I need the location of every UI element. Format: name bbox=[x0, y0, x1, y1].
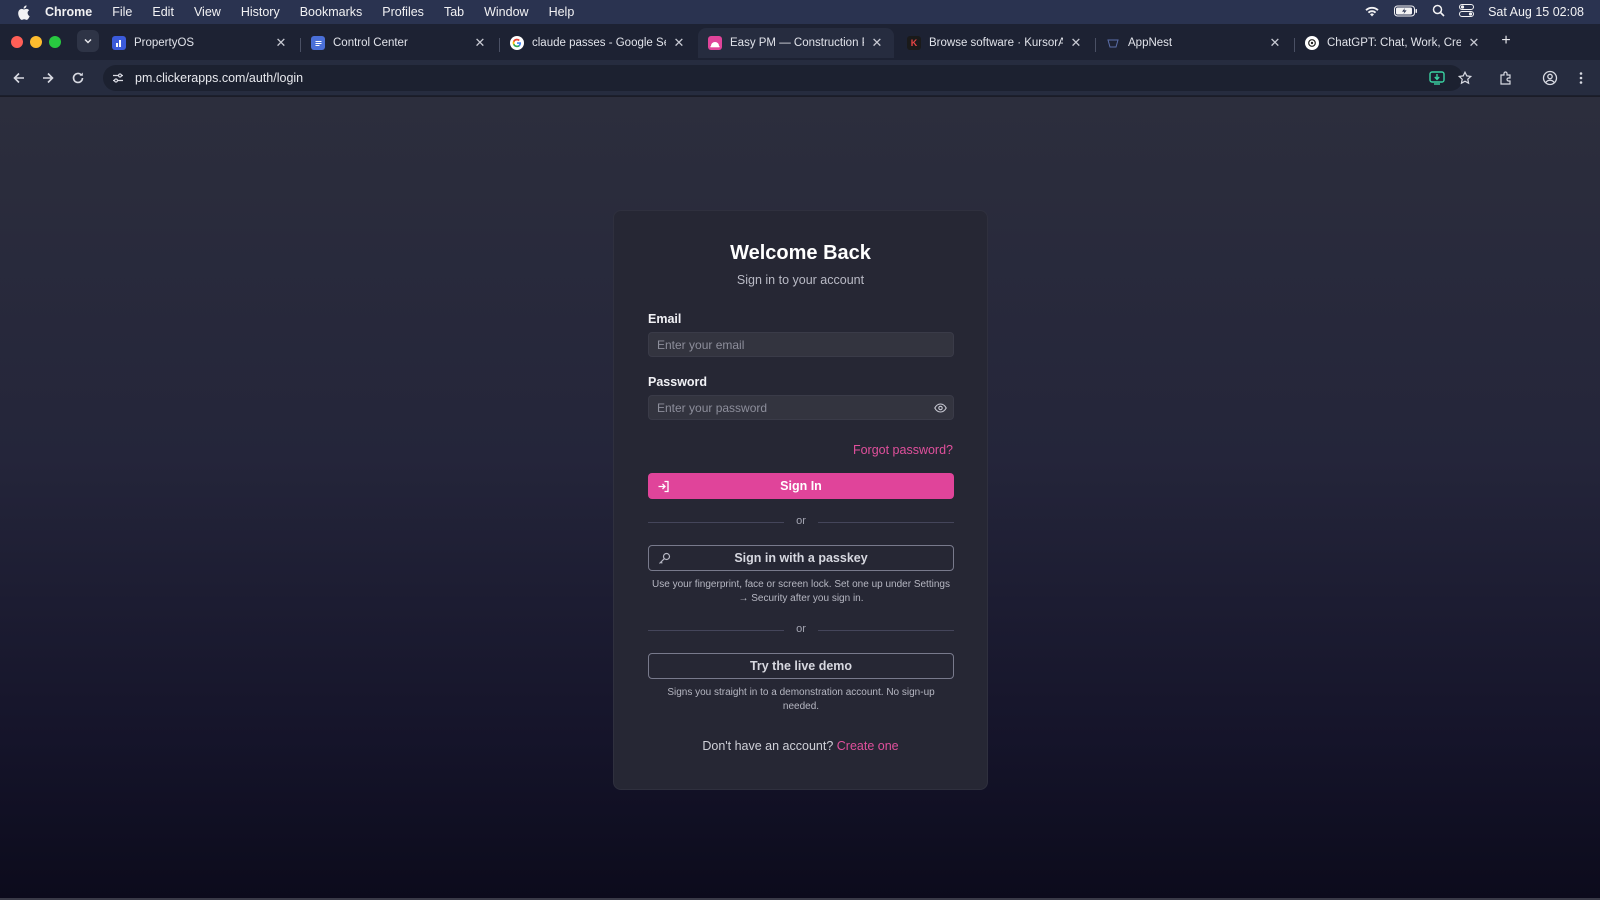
page-title: Welcome Back bbox=[730, 242, 871, 264]
more-menu-icon[interactable] bbox=[1571, 68, 1591, 88]
window-minimize-button[interactable] bbox=[30, 36, 42, 48]
macos-menu-bar: Chrome File Edit View History Bookmarks … bbox=[0, 0, 1600, 24]
or-divider: or bbox=[648, 623, 954, 637]
spotlight-search-icon[interactable] bbox=[1432, 4, 1445, 20]
menu-view[interactable]: View bbox=[194, 5, 221, 19]
page-viewport: Welcome Back Sign in to your account Ema… bbox=[0, 97, 1600, 900]
control-center-icon[interactable] bbox=[1459, 4, 1475, 20]
tab-propertyos[interactable]: PropertyOS ✕ bbox=[102, 28, 298, 58]
tab-title: ChatGPT: Chat, Work, Create bbox=[1327, 37, 1461, 49]
sign-in-button[interactable]: Sign In bbox=[648, 473, 954, 499]
back-arrow-icon[interactable] bbox=[9, 68, 29, 88]
live-demo-button[interactable]: Try the live demo bbox=[648, 653, 954, 679]
menu-help[interactable]: Help bbox=[549, 5, 575, 19]
browser-toolbar: pm.clickerapps.com/auth/login bbox=[0, 60, 1600, 96]
forgot-password-link[interactable]: Forgot password? bbox=[853, 443, 953, 457]
tab-title: Control Center bbox=[333, 37, 408, 49]
password-field[interactable] bbox=[657, 400, 953, 415]
bookmark-star-icon[interactable] bbox=[1455, 68, 1475, 88]
page-subtitle: Sign in to your account bbox=[736, 273, 865, 287]
login-card: Welcome Back Sign in to your account Ema… bbox=[613, 210, 988, 790]
profile-avatar-icon[interactable] bbox=[1540, 68, 1560, 88]
tab-close-icon[interactable]: ✕ bbox=[1069, 35, 1083, 51]
no-account-text: Don't have an account? bbox=[702, 739, 834, 753]
menu-file[interactable]: File bbox=[112, 5, 132, 19]
wifi-icon[interactable] bbox=[1364, 5, 1380, 20]
address-bar[interactable]: pm.clickerapps.com/auth/login bbox=[103, 65, 1463, 91]
menu-edit[interactable]: Edit bbox=[152, 5, 174, 19]
battery-icon[interactable] bbox=[1394, 5, 1418, 20]
demo-help-text: Signs you straight in to a demonstration… bbox=[667, 687, 935, 712]
chevron-down-icon bbox=[84, 38, 92, 44]
create-account-link[interactable]: Create one bbox=[837, 739, 899, 753]
divider-line bbox=[818, 522, 954, 523]
live-demo-label: Try the live demo bbox=[749, 659, 853, 673]
reload-icon[interactable] bbox=[68, 68, 88, 88]
site-settings-icon[interactable] bbox=[109, 69, 127, 87]
document-icon bbox=[311, 36, 325, 50]
tab-chatgpt[interactable]: ChatGPT: Chat, Work, Create ✕ bbox=[1295, 28, 1491, 58]
easy-pm-icon bbox=[708, 36, 722, 50]
tab-title: AppNest bbox=[1128, 37, 1173, 49]
tab-appnest[interactable]: AppNest ✕ bbox=[1096, 28, 1292, 58]
sign-in-arrow-icon bbox=[656, 479, 670, 493]
email-field[interactable] bbox=[657, 337, 953, 352]
tab-close-icon[interactable]: ✕ bbox=[870, 35, 884, 51]
tab-close-icon[interactable]: ✕ bbox=[672, 35, 686, 51]
window-zoom-button[interactable] bbox=[49, 36, 61, 48]
sign-in-label: Sign In bbox=[780, 479, 822, 493]
tab-close-icon[interactable]: ✕ bbox=[473, 35, 487, 51]
menu-bookmarks[interactable]: Bookmarks bbox=[300, 5, 363, 19]
forward-arrow-icon[interactable] bbox=[38, 68, 58, 88]
passkey-sign-in-button[interactable]: Sign in with a passkey bbox=[648, 545, 954, 571]
or-label: or bbox=[796, 623, 806, 635]
tab-close-icon[interactable]: ✕ bbox=[1268, 35, 1282, 51]
tab-kursorapps[interactable]: K Browse software · KursorApps ✕ bbox=[897, 28, 1093, 58]
menubar-clock[interactable]: Sat Aug 15 02:08 bbox=[1488, 5, 1584, 19]
extensions-puzzle-icon[interactable] bbox=[1496, 68, 1516, 88]
tab-title: PropertyOS bbox=[134, 37, 195, 49]
menu-history[interactable]: History bbox=[241, 5, 280, 19]
password-field-wrapper[interactable] bbox=[648, 395, 954, 420]
window-close-button[interactable] bbox=[11, 36, 23, 48]
email-field-wrapper[interactable] bbox=[648, 332, 954, 357]
tab-title: claude passes - Google Search bbox=[532, 37, 666, 49]
or-label: or bbox=[796, 515, 806, 527]
passkey-help-text: Use your fingerprint, face or screen loc… bbox=[652, 579, 950, 604]
tab-control-center[interactable]: Control Center ✕ bbox=[301, 28, 497, 58]
tab-search-button[interactable] bbox=[77, 30, 99, 52]
tab-title: Easy PM — Construction Project bbox=[730, 37, 864, 49]
install-app-icon[interactable] bbox=[1427, 68, 1447, 88]
browser-tab-strip: PropertyOS ✕ Control Center ✕ claude pas… bbox=[0, 24, 1600, 60]
kursorapps-icon: K bbox=[907, 36, 921, 50]
password-label: Password bbox=[648, 375, 708, 389]
tab-title: Browse software · KursorApps bbox=[929, 37, 1063, 49]
menu-chrome[interactable]: Chrome bbox=[45, 5, 92, 19]
show-password-eye-icon[interactable] bbox=[933, 401, 947, 415]
tab-easy-pm[interactable]: Easy PM — Construction Project ✕ bbox=[698, 28, 894, 58]
tab-google-search[interactable]: claude passes - Google Search ✕ bbox=[500, 28, 696, 58]
passkey-label: Sign in with a passkey bbox=[734, 551, 868, 565]
appnest-icon bbox=[1106, 36, 1120, 50]
tab-close-icon[interactable]: ✕ bbox=[274, 35, 288, 51]
menu-window[interactable]: Window bbox=[484, 5, 528, 19]
google-icon bbox=[510, 36, 524, 50]
or-divider: or bbox=[648, 515, 954, 529]
tab-close-icon[interactable]: ✕ bbox=[1467, 35, 1481, 51]
key-icon bbox=[657, 551, 671, 565]
menu-tab[interactable]: Tab bbox=[444, 5, 464, 19]
menu-profiles[interactable]: Profiles bbox=[382, 5, 424, 19]
email-label: Email bbox=[648, 312, 682, 326]
url-text[interactable]: pm.clickerapps.com/auth/login bbox=[135, 71, 303, 85]
divider-line bbox=[818, 630, 954, 631]
new-tab-plus-icon[interactable]: + bbox=[1497, 32, 1515, 50]
propertyos-icon bbox=[112, 36, 126, 50]
chatgpt-icon bbox=[1305, 36, 1319, 50]
signup-prompt: Don't have an account? Create one bbox=[614, 739, 987, 753]
apple-logo-icon[interactable] bbox=[15, 4, 31, 20]
